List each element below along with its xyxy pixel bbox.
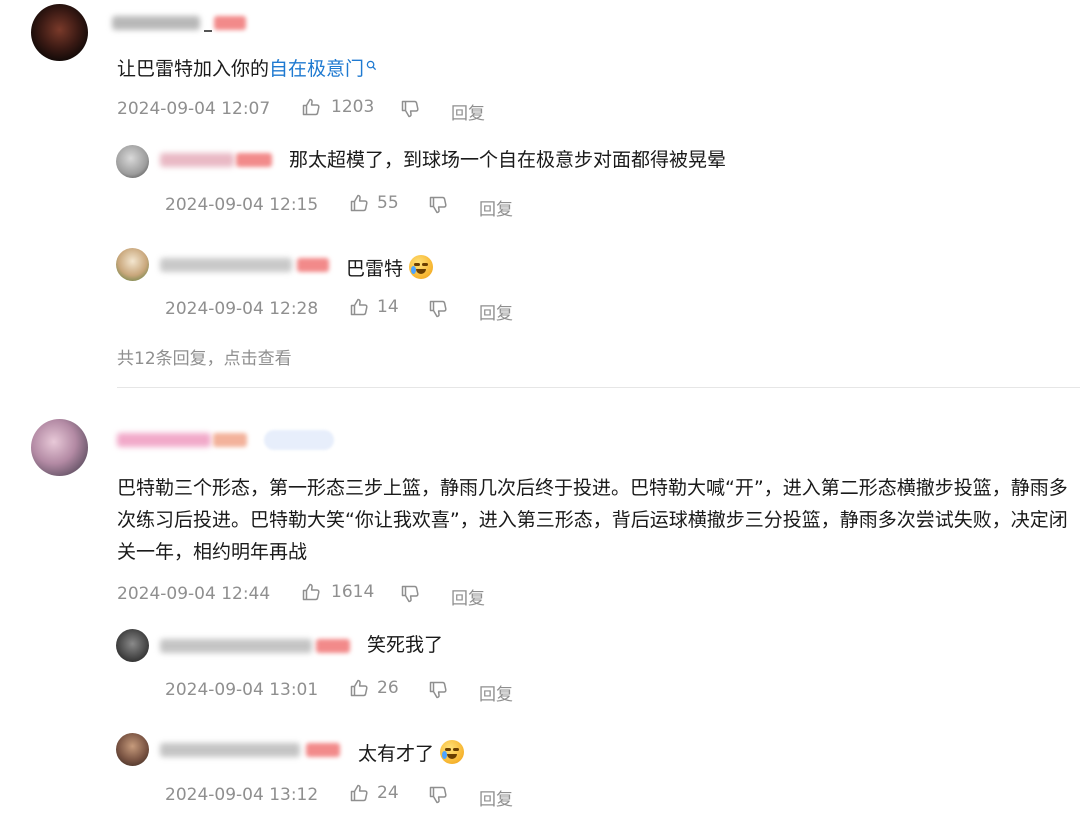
like-button[interactable]: 1203: [301, 97, 374, 117]
laugh-cry-emoji-icon: [409, 255, 434, 279]
reply-text: 巴雷特: [346, 255, 434, 280]
avatar[interactable]: [31, 4, 88, 61]
avatar[interactable]: [116, 145, 149, 178]
timestamp: 2024-09-04 13:12: [165, 785, 319, 805]
thumbs-down-icon: [429, 681, 447, 699]
level-badge: [264, 430, 334, 450]
topic-link[interactable]: 自在极意门: [269, 58, 364, 80]
reply-button[interactable]: 回复: [451, 584, 485, 609]
reply-text-body: 巴雷特: [346, 258, 404, 280]
reply-text-body: 太有才了: [358, 743, 435, 765]
reply-text: 笑死我了: [367, 634, 444, 656]
timestamp: 2024-09-04 12:07: [117, 99, 271, 119]
user-badge: [236, 153, 272, 167]
timestamp: 2024-09-04 12:44: [117, 584, 271, 604]
user-badge: [214, 16, 246, 30]
reply-text: 太有才了: [358, 740, 465, 765]
dislike-button[interactable]: [428, 680, 448, 700]
like-count: 1614: [331, 582, 375, 602]
thumbs-up-icon: [350, 194, 368, 212]
dislike-button[interactable]: [400, 584, 420, 604]
laugh-cry-emoji-icon: [440, 740, 465, 764]
thumbs-up-icon: [350, 784, 368, 802]
thumbs-down-icon: [429, 300, 447, 318]
user-badge: [213, 433, 247, 447]
avatar[interactable]: [116, 629, 149, 662]
timestamp: 2024-09-04 13:01: [165, 680, 319, 700]
username[interactable]: [160, 639, 312, 653]
view-more-replies-link[interactable]: 共12条回复，点击查看: [117, 344, 292, 369]
user-badge: [316, 639, 350, 653]
reply-button[interactable]: 回复: [451, 99, 485, 124]
username[interactable]: [112, 16, 200, 30]
reply-button[interactable]: 回复: [479, 195, 513, 220]
avatar[interactable]: [116, 733, 149, 766]
like-button[interactable]: 24: [349, 783, 399, 803]
reply-button[interactable]: 回复: [479, 785, 513, 810]
like-button[interactable]: 55: [349, 193, 399, 213]
like-count: 14: [377, 297, 399, 317]
username[interactable]: [160, 153, 234, 167]
like-count: 1203: [331, 97, 375, 117]
reply-button[interactable]: 回复: [479, 680, 513, 705]
avatar[interactable]: [116, 248, 149, 281]
thumbs-up-icon: [302, 583, 320, 601]
search-icon: [366, 60, 377, 71]
user-badge: [306, 743, 340, 757]
timestamp: 2024-09-04 12:15: [165, 195, 319, 215]
thumbs-up-icon: [350, 298, 368, 316]
reply-text: 那太超模了，到球场一个自在极意步对面都得被晃晕: [289, 149, 727, 171]
like-count: 24: [377, 783, 399, 803]
comment-text: 让巴雷特加入你的自在极意门: [117, 60, 377, 79]
dislike-button[interactable]: [428, 785, 448, 805]
timestamp: 2024-09-04 12:28: [165, 299, 319, 319]
dislike-button[interactable]: [400, 99, 420, 119]
like-button[interactable]: 1614: [301, 582, 374, 602]
thumbs-down-icon: [429, 786, 447, 804]
reply-button[interactable]: 回复: [479, 299, 513, 324]
thumbs-down-icon: [401, 585, 419, 603]
username[interactable]: [160, 743, 300, 757]
username[interactable]: [160, 258, 292, 272]
divider: [117, 387, 1080, 388]
like-button[interactable]: 14: [349, 297, 399, 317]
username[interactable]: [117, 433, 211, 447]
like-button[interactable]: 26: [349, 678, 399, 698]
like-count: 55: [377, 193, 399, 213]
thumbs-down-icon: [401, 100, 419, 118]
user-badge: [297, 258, 329, 272]
username-underscore: [204, 30, 212, 32]
thumbs-down-icon: [429, 196, 447, 214]
thumbs-up-icon: [350, 679, 368, 697]
thumbs-up-icon: [302, 98, 320, 116]
dislike-button[interactable]: [428, 195, 448, 215]
comment-text-body: 让巴雷特加入你的: [117, 58, 270, 80]
avatar[interactable]: [31, 419, 88, 476]
like-count: 26: [377, 678, 399, 698]
dislike-button[interactable]: [428, 299, 448, 319]
comment-text: 巴特勒三个形态，第一形态三步上篮，静雨几次后终于投进。巴特勒大喊“开”，进入第二…: [117, 477, 1068, 563]
